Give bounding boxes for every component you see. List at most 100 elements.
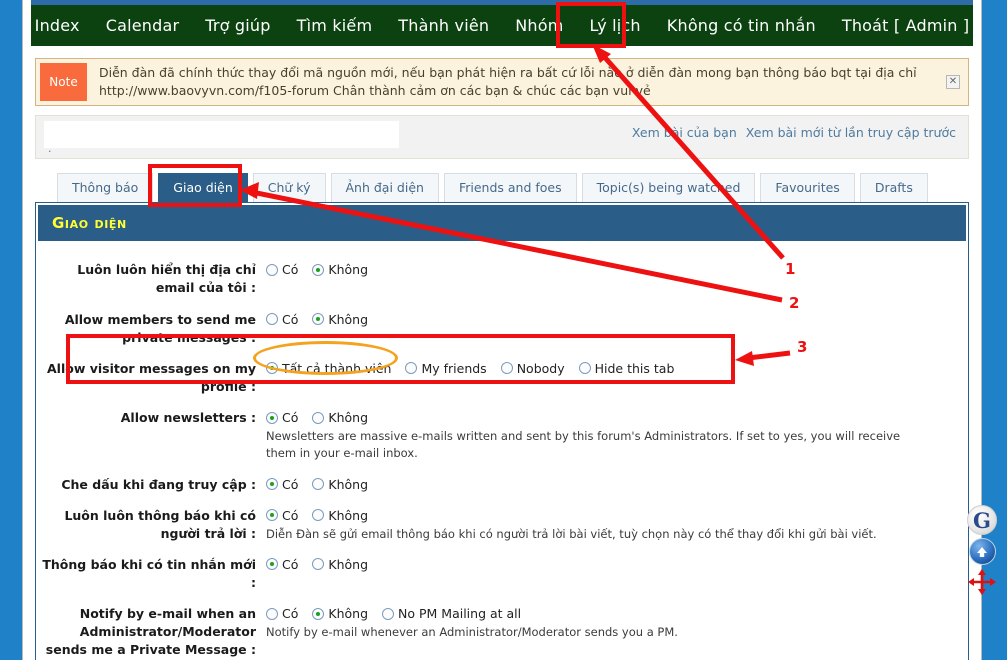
radio-option-label: Có xyxy=(282,262,299,278)
radio-option[interactable]: No PM Mailing at all xyxy=(382,606,521,621)
radio-button-icon[interactable] xyxy=(405,362,418,375)
radio-button-icon[interactable] xyxy=(500,362,513,375)
radio-button-icon[interactable] xyxy=(312,313,325,325)
tab-preferences[interactable]: Giao diện xyxy=(158,173,248,203)
close-icon[interactable]: ✕ xyxy=(946,75,960,90)
radio-option[interactable]: Có xyxy=(266,312,298,327)
radio-option-label: Không xyxy=(328,507,369,523)
radio-button-icon[interactable] xyxy=(266,263,278,276)
preference-label: Allow members to send me private message… xyxy=(64,311,256,345)
announcement-bar: Note Diễn đàn đã chính thức thay đổi mã … xyxy=(35,58,969,107)
radio-option[interactable]: Không xyxy=(312,410,368,425)
radio-option-label: Có xyxy=(282,507,299,523)
radio-option-label: No PM Mailing at all xyxy=(398,606,522,622)
radio-option[interactable]: Có xyxy=(266,262,298,277)
nav-item-messages[interactable]: Không có tin nhắn xyxy=(654,12,829,39)
radio-group: Có Không xyxy=(266,410,968,425)
preference-control: Có Không xyxy=(266,311,968,347)
radio-option-label: My friends xyxy=(421,360,487,376)
link-view-new-posts[interactable]: Xem bài mới từ lần truy cập trước xyxy=(746,125,956,140)
radio-button-icon[interactable] xyxy=(312,558,325,571)
preference-label: Allow visitor messages on my profile : xyxy=(46,360,256,394)
radio-option-label: Không xyxy=(328,606,369,622)
radio-button-icon[interactable] xyxy=(266,478,278,490)
radio-option-label: Hide this tab xyxy=(594,360,675,376)
radio-button-icon[interactable] xyxy=(578,362,591,375)
tab-favourites[interactable]: Favourites xyxy=(760,173,855,203)
preference-row: Allow newsletters : Có Không Newsletters ar… xyxy=(36,409,968,463)
main-navigation: Index Calendar Trợ giúp Tìm kiếm Thành v… xyxy=(31,5,973,46)
radio-button-icon[interactable] xyxy=(382,607,395,620)
radio-button-icon[interactable] xyxy=(266,509,278,522)
nav-item-calendar[interactable]: Calendar xyxy=(93,12,193,39)
tab-notifications[interactable]: Thông báo xyxy=(57,173,154,203)
radio-button-icon[interactable] xyxy=(312,509,325,522)
radio-button-icon[interactable] xyxy=(266,558,278,571)
radio-option-label: Có xyxy=(282,410,299,425)
tab-friends-foes[interactable]: Friends and foes xyxy=(443,173,577,203)
radio-option[interactable]: Có xyxy=(266,606,298,621)
radio-option-label: Không xyxy=(328,556,369,572)
radio-option[interactable]: Không xyxy=(312,312,368,327)
scroll-top-icon[interactable] xyxy=(968,538,996,565)
tab-drafts[interactable]: Drafts xyxy=(859,173,928,203)
preferences-panel: Giao diện Luôn luôn hiển thị địa chỉ ema… xyxy=(35,202,969,660)
announcement-line-1: Diễn đàn đã chính thức thay đổi mã nguồn… xyxy=(99,65,917,80)
preference-row: Allow visitor messages on my profile : Tấ… xyxy=(36,360,968,396)
nav-item-index[interactable]: Index xyxy=(23,12,93,39)
preferences-form: Luôn luôn hiển thị địa chỉ email của tôi… xyxy=(36,243,968,660)
annotation-number-2: 2 xyxy=(789,294,800,312)
annotation-ellipse-selected-option xyxy=(253,341,398,375)
radio-option[interactable]: Có xyxy=(266,508,298,523)
radio-option[interactable]: Có xyxy=(266,557,298,572)
radio-button-icon[interactable] xyxy=(266,313,278,325)
tab-avatar[interactable]: Ảnh đại diện xyxy=(330,173,439,203)
radio-option[interactable]: My friends xyxy=(405,360,487,376)
radio-button-icon[interactable] xyxy=(266,411,278,424)
annotation-number-3: 3 xyxy=(797,338,808,356)
radio-group: Có Không No PM Mailing at all xyxy=(266,606,968,621)
radio-button-icon[interactable] xyxy=(266,607,278,620)
google-icon[interactable]: G xyxy=(967,505,997,535)
nav-item-search[interactable]: Tìm kiếm xyxy=(284,12,386,39)
radio-option[interactable]: Có xyxy=(266,410,298,425)
preference-row: Notify by e-mail when an Administrator/M… xyxy=(36,605,968,659)
radio-button-icon[interactable] xyxy=(312,607,325,620)
nav-item-profile[interactable]: Lý lịch xyxy=(577,12,654,39)
radio-option[interactable]: Hide this tab xyxy=(578,360,675,376)
preference-label: Allow newsletters : xyxy=(120,410,256,425)
preference-control: Có Không No PM Mailing at all Notify by e-m… xyxy=(266,605,968,659)
top-links: Xem bài của bạn Xem bài mới từ lần truy … xyxy=(632,121,960,140)
tab-watched-topics[interactable]: Topic(s) being watched xyxy=(581,173,756,203)
preference-description: Newsletters are massive e-mails written … xyxy=(266,429,901,461)
preference-row: Luôn luôn hiển thị địa chỉ email của tôi… xyxy=(36,261,968,297)
radio-option-label: Có xyxy=(282,476,299,492)
radio-group: Có Không xyxy=(266,508,968,523)
search-input[interactable] xyxy=(44,121,399,149)
radio-option[interactable]: Không xyxy=(312,606,368,621)
nav-item-groups[interactable]: Nhóm xyxy=(502,12,576,39)
radio-button-icon[interactable] xyxy=(312,263,325,276)
nav-item-members[interactable]: Thành viên xyxy=(385,12,502,39)
forum-page: Index Calendar Trợ giúp Tìm kiếm Thành v… xyxy=(22,0,982,660)
radio-option[interactable]: Không xyxy=(312,477,368,492)
radio-option[interactable]: Nobody xyxy=(500,361,565,376)
preference-label: Che dấu khi đang truy cập : xyxy=(61,476,256,492)
preference-control: Có Không Newsletters are massive e-mails w… xyxy=(266,409,968,463)
link-view-your-posts[interactable]: Xem bài của bạn xyxy=(632,125,737,140)
radio-option[interactable]: Không xyxy=(312,508,368,523)
note-badge: Note xyxy=(40,63,87,102)
nav-item-logout[interactable]: Thoát [ Admin ] xyxy=(829,12,981,39)
radio-option[interactable]: Không xyxy=(312,557,368,572)
nav-item-help[interactable]: Trợ giúp xyxy=(192,12,283,39)
radio-button-icon[interactable] xyxy=(312,411,325,424)
preference-control: Có Không xyxy=(266,476,968,494)
radio-option[interactable]: Có xyxy=(266,477,298,492)
radio-option[interactable]: Không xyxy=(312,262,368,277)
preference-control: Có Không xyxy=(266,556,968,592)
move-icon[interactable] xyxy=(967,568,997,596)
radio-option-label: Có xyxy=(282,556,299,572)
preference-row: Allow members to send me private message… xyxy=(36,311,968,347)
radio-button-icon[interactable] xyxy=(312,478,325,490)
tab-signature[interactable]: Chữ ký xyxy=(252,173,326,203)
